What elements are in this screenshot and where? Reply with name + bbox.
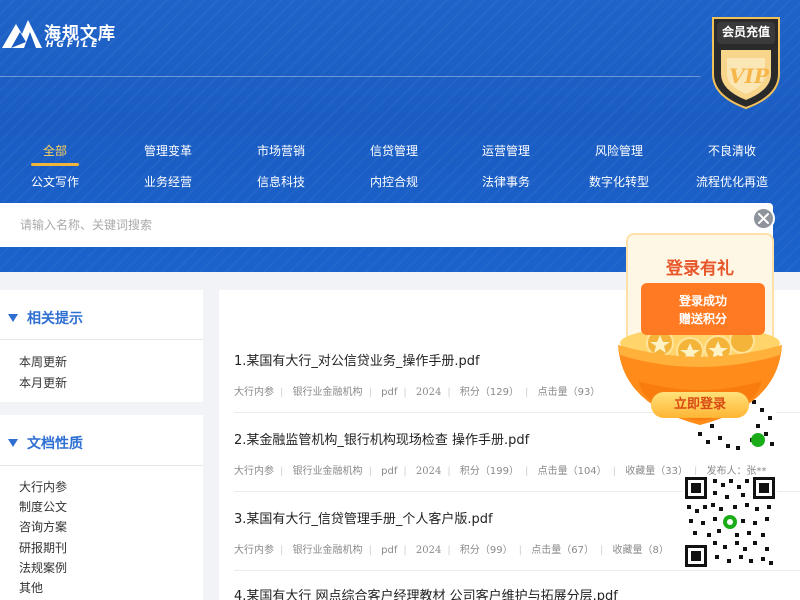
- category-item[interactable]: 信息科技: [233, 173, 329, 190]
- sidebar-item[interactable]: 咨询方案: [19, 518, 67, 535]
- document-meta: 大行内参 | 银行业金融机构 | pdf | 2024 | 积分（129） | 点击量（9…: [234, 383, 600, 398]
- meta-type[interactable]: 大行内参: [234, 541, 274, 556]
- vip-label: 会员充值: [721, 25, 770, 39]
- triangle-down-icon: [8, 439, 18, 447]
- sidebar-item[interactable]: 研报期刊: [19, 539, 67, 556]
- sidebar-item-this-month[interactable]: 本月更新: [19, 374, 67, 391]
- sidebar-nature-panel: 文档性质 大行内参 制度公文 咨询方案 研报期刊 法规案例 其他: [0, 415, 203, 600]
- category-item[interactable]: 流程优化再造: [684, 173, 780, 190]
- meta-year: 2024: [415, 466, 442, 477]
- logo[interactable]: 海规文库 HGFILE: [2, 16, 122, 52]
- meta-points: 积分（129）: [459, 387, 520, 398]
- sidebar-tips-panel: 相关提示 本周更新 本月更新: [0, 290, 203, 402]
- category-item[interactable]: 公文写作: [7, 173, 103, 190]
- meta-favorites: 收藏量（8）: [612, 545, 669, 556]
- category-item[interactable]: 市场营销: [233, 142, 329, 159]
- divider: [0, 339, 203, 340]
- category-item[interactable]: 业务经营: [120, 173, 216, 190]
- sidebar-item[interactable]: 制度公文: [19, 498, 67, 515]
- category-item[interactable]: 内控合规: [346, 173, 442, 190]
- sidebar-item[interactable]: 其他: [19, 579, 43, 596]
- header-divider: [0, 76, 700, 77]
- category-item[interactable]: 管理变革: [120, 142, 216, 159]
- divider: [234, 570, 800, 571]
- document-title-link[interactable]: 4.某国有大行 网点综合客户经理教材 公司客户维护与拓展分层.pdf: [234, 585, 618, 600]
- meta-clicks: 点击量（104）: [537, 466, 607, 477]
- qr-code: [683, 475, 777, 569]
- meta-org[interactable]: 银行业金融机构: [293, 541, 363, 556]
- sidebar-nature-header: 文档性质: [8, 433, 83, 453]
- triangle-down-icon: [8, 314, 18, 322]
- sidebar-item-this-week[interactable]: 本周更新: [19, 353, 67, 370]
- sidebar-nature-title: 文档性质: [27, 436, 83, 452]
- document-title-link[interactable]: 2.某金融监管机构_银行机构现场检查 操作手册.pdf: [234, 429, 529, 448]
- meta-clicks: 点击量（67）: [531, 545, 594, 556]
- meta-format: pdf: [381, 387, 398, 398]
- meta-org[interactable]: 银行业金融机构: [293, 383, 363, 398]
- login-reward-popup: 登录有礼 登录成功 赠送积分 立即登录: [614, 230, 786, 430]
- popup-line1: 登录成功: [678, 294, 727, 308]
- meta-favorites: 收藏量（33）: [625, 466, 688, 477]
- meta-org[interactable]: 银行业金融机构: [293, 462, 363, 477]
- logo-mountain-icon: [2, 20, 42, 48]
- login-now-button[interactable]: 立即登录: [651, 392, 749, 418]
- sidebar-item[interactable]: 大行内参: [19, 478, 67, 495]
- category-all[interactable]: 全部: [7, 142, 103, 159]
- vip-recharge-badge[interactable]: 会员充值 VIP: [707, 14, 785, 110]
- meta-type[interactable]: 大行内参: [234, 383, 274, 398]
- vip-text: VIP: [729, 64, 769, 88]
- popup-line2: 赠送积分: [678, 312, 727, 326]
- category-item[interactable]: 法律事务: [458, 173, 554, 190]
- meta-format: pdf: [381, 466, 398, 477]
- brand-sub: HGFILE: [46, 40, 101, 50]
- meta-clicks: 点击量（93）: [537, 387, 601, 398]
- meta-year: 2024: [415, 545, 442, 556]
- category-item[interactable]: 不良清收: [684, 142, 780, 159]
- document-title-link[interactable]: 3.某国有大行_信贷管理手册_个人客户版.pdf: [234, 508, 493, 527]
- meta-type[interactable]: 大行内参: [234, 462, 274, 477]
- popup-close-button[interactable]: [752, 207, 775, 230]
- sidebar-tips-header: 相关提示: [8, 308, 83, 328]
- meta-points: 积分（99）: [459, 545, 513, 556]
- search-input[interactable]: [20, 203, 620, 247]
- divider: [0, 465, 203, 466]
- category-item[interactable]: 风险管理: [571, 142, 667, 159]
- document-meta: 大行内参 | 银行业金融机构 | pdf | 2024 | 积分（99） | 点击量（67…: [234, 541, 669, 556]
- category-active-underline: [31, 163, 79, 166]
- category-item[interactable]: 数字化转型: [571, 173, 667, 190]
- sidebar-item[interactable]: 法规案例: [19, 559, 67, 576]
- category-item[interactable]: 信贷管理: [346, 142, 442, 159]
- popup-reward-text: 登录成功 赠送积分: [641, 292, 765, 328]
- popup-title: 登录有礼: [666, 259, 734, 279]
- meta-year: 2024: [415, 387, 442, 398]
- close-icon: [758, 213, 769, 224]
- category-item[interactable]: 运营管理: [458, 142, 554, 159]
- sidebar-tips-title: 相关提示: [27, 311, 83, 327]
- document-title-link[interactable]: 1.某国有大行_对公信贷业务_操作手册.pdf: [234, 350, 480, 369]
- meta-points: 积分（199）: [459, 466, 520, 477]
- meta-format: pdf: [381, 545, 398, 556]
